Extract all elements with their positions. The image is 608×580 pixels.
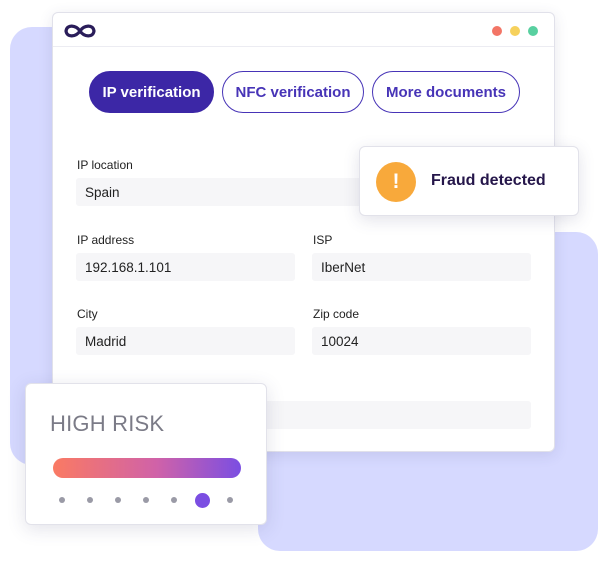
risk-level-dot	[115, 497, 121, 503]
maximize-window-dot[interactable]	[528, 26, 538, 36]
close-window-dot[interactable]	[492, 26, 502, 36]
risk-level-dot	[87, 497, 93, 503]
risk-level-dot	[143, 497, 149, 503]
risk-level-dot	[171, 497, 177, 503]
city-field[interactable]: Madrid	[76, 327, 295, 355]
ip-address-label: IP address	[77, 233, 135, 247]
tab-more-documents[interactable]: More documents	[372, 71, 520, 113]
minimize-window-dot[interactable]	[510, 26, 520, 36]
zip-code-label: Zip code	[313, 307, 360, 321]
ip-address-field[interactable]: 192.168.1.101	[76, 253, 295, 281]
infinity-logo-icon	[64, 24, 96, 38]
risk-level-dot	[227, 497, 233, 503]
zip-code-field[interactable]: 10024	[312, 327, 531, 355]
fraud-alert-text: Fraud detected	[431, 172, 546, 189]
isp-field[interactable]: IberNet	[312, 253, 531, 281]
tab-ip-verification[interactable]: IP verification	[89, 71, 214, 113]
warning-icon: !	[376, 162, 416, 202]
risk-level-dot	[59, 497, 65, 503]
window-controls	[492, 26, 538, 36]
fraud-alert-card: ! Fraud detected	[359, 146, 579, 216]
window-titlebar	[53, 13, 554, 47]
risk-card: HIGH RISK	[25, 383, 267, 525]
isp-label: ISP	[313, 233, 333, 247]
risk-gradient-bar	[53, 458, 241, 478]
city-label: City	[77, 307, 98, 321]
risk-level-title: HIGH RISK	[50, 411, 165, 436]
risk-level-dot-selected	[194, 492, 210, 508]
tab-nfc-verification[interactable]: NFC verification	[222, 71, 364, 113]
ip-location-label: IP location	[77, 158, 133, 172]
